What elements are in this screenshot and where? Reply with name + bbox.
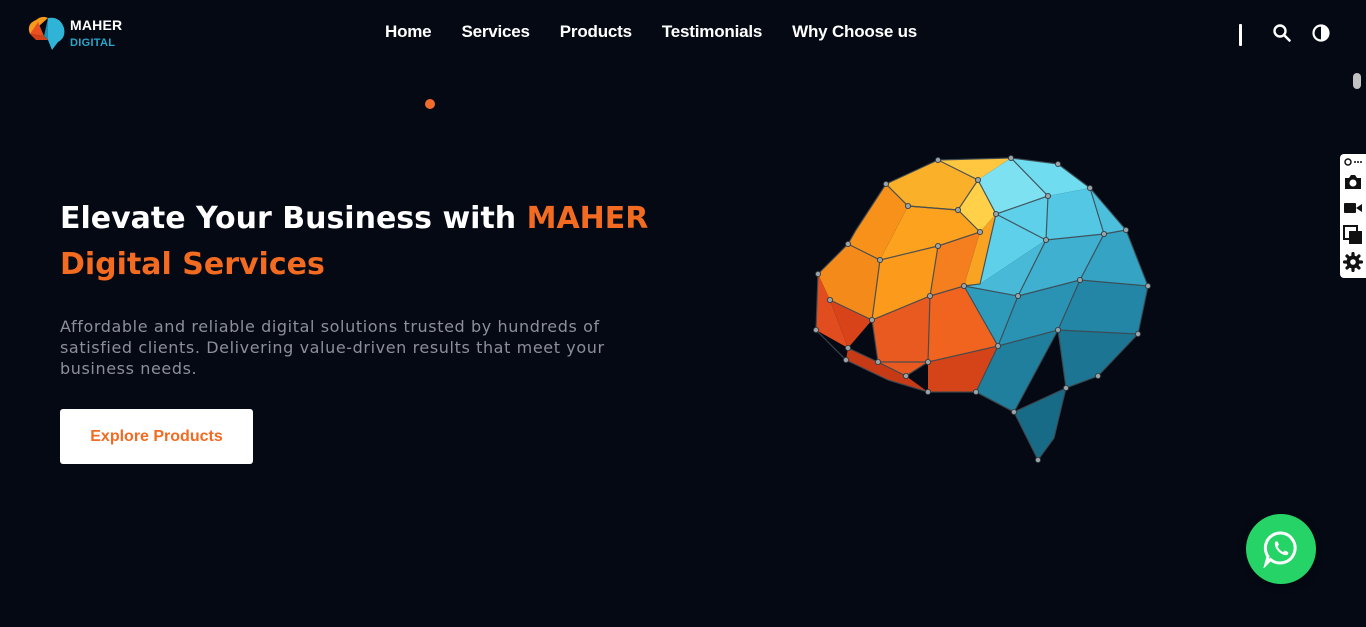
- hero-title-main: Elevate Your Business with: [60, 201, 527, 236]
- brain-illustration: [813, 155, 1151, 463]
- link-more-icon[interactable]: [1343, 157, 1363, 167]
- brain-logo-icon: [28, 16, 65, 50]
- brand-name: MAHER: [70, 16, 123, 33]
- scrollbar-thumb[interactable]: [1353, 73, 1361, 89]
- search-icon[interactable]: [1272, 23, 1292, 43]
- settings-icon[interactable]: [1343, 252, 1363, 272]
- explore-products-button[interactable]: Explore Products: [60, 409, 253, 464]
- hero-description: Affordable and reliable digital solution…: [60, 317, 605, 378]
- nav-divider: [1239, 24, 1242, 46]
- nav-services[interactable]: Services: [461, 22, 530, 42]
- nav-products[interactable]: Products: [560, 22, 632, 42]
- nav-why-choose-us[interactable]: Why Choose us: [792, 22, 917, 42]
- contrast-icon[interactable]: [1311, 23, 1331, 43]
- brand-subtitle: DIGITAL: [70, 36, 116, 49]
- nav-testimonials[interactable]: Testimonials: [662, 22, 762, 42]
- camera-icon[interactable]: [1343, 173, 1363, 191]
- page-scrollbar[interactable]: [1350, 0, 1366, 627]
- video-icon[interactable]: [1343, 199, 1363, 217]
- window-icon[interactable]: [1343, 225, 1363, 245]
- brand-logo[interactable]: MAHER DIGITAL: [24, 14, 122, 52]
- whatsapp-icon: [1263, 531, 1297, 568]
- hero-title: Elevate Your Business with MAHER Digital…: [60, 196, 660, 288]
- whatsapp-button[interactable]: [1246, 514, 1316, 584]
- main-nav: Home Services Products Testimonials Why …: [385, 22, 917, 42]
- site-header: MAHER DIGITAL Home Services Products Tes…: [0, 0, 1350, 66]
- nav-home[interactable]: Home: [385, 22, 432, 42]
- side-toolbar: [1340, 154, 1366, 278]
- decorative-dot: [425, 99, 435, 109]
